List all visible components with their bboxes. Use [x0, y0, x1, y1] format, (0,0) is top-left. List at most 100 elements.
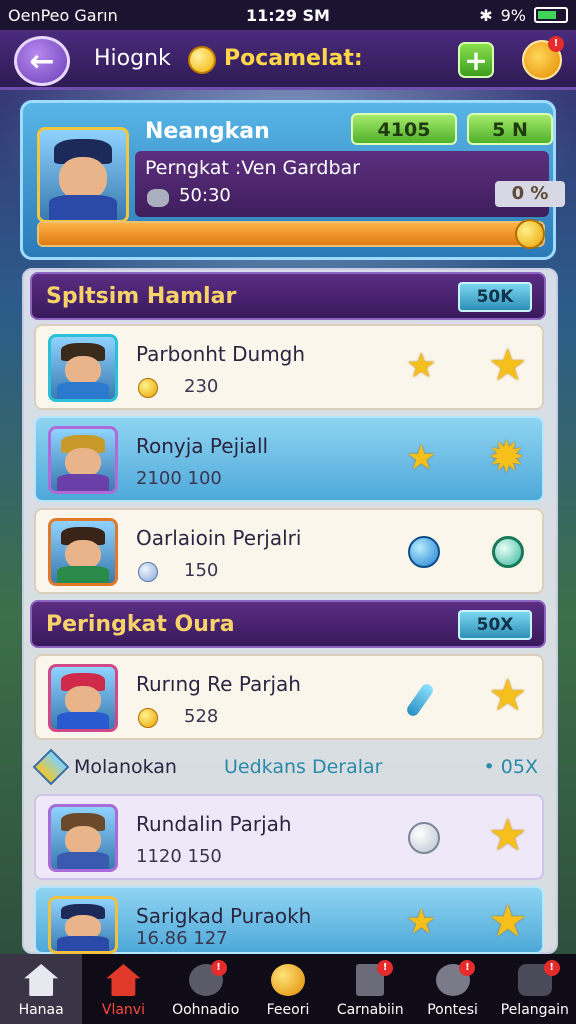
status-bar: OenPeo Garın 11:29 SM ✱ 9%: [0, 0, 576, 30]
player-score: 16.86 127: [136, 928, 228, 949]
section-badge[interactable]: 50K: [458, 282, 532, 312]
list-item[interactable]: Rurıng Re Parjah 528 ★: [34, 654, 544, 740]
face-icon: [58, 157, 108, 201]
player-name: Neangkan: [145, 119, 270, 144]
notification-dot: !: [377, 960, 394, 976]
player-name: Rundalin Parjah: [136, 812, 292, 836]
subheader-link[interactable]: Uedkans Deralar: [224, 756, 382, 778]
back-button[interactable]: ←: [14, 36, 70, 86]
sub-header: Molanokan Uedkans Deralar • 05X: [32, 748, 544, 788]
subheader-label: Molanokan: [74, 756, 177, 778]
face-icon: [65, 355, 101, 386]
rank-panel: Perngkat :Ven Gardbar 50:30 0 %: [135, 151, 565, 217]
shirt-icon: [57, 711, 109, 729]
nav-label: Hanaa: [18, 1002, 64, 1018]
house-red-icon: [106, 964, 141, 996]
player-name: Rurıng Re Parjah: [136, 672, 301, 696]
stat-pill-primary[interactable]: 4105: [351, 113, 457, 145]
face-icon: [65, 447, 101, 478]
list-item[interactable]: Rundalin Parjah 1120 150 ★: [34, 794, 544, 880]
bottom-navigation: Hanaa Vlanvi Oohnadio ! Feeori Carnabiin…: [0, 954, 576, 1024]
section-header-1: Spltsim Hamlar 50K: [30, 272, 546, 320]
shirt-icon: [57, 381, 109, 399]
notification-dot: !: [548, 36, 564, 52]
carrier-label: OenPeo Garın: [8, 5, 118, 25]
green-token-icon[interactable]: [492, 536, 524, 568]
player-name: Ronyja Pejiall: [136, 434, 269, 458]
nav-tab-3[interactable]: Oohnadio !: [165, 954, 247, 1024]
top-bar: ← Hiognk Pocamelat: + !: [0, 30, 576, 90]
shirt-icon: [57, 851, 109, 869]
uniform-icon: [57, 936, 109, 951]
percent-badge: 0 %: [495, 181, 565, 207]
star-icon[interactable]: ★: [488, 896, 527, 947]
nav-home[interactable]: Hanaa: [0, 954, 83, 1024]
coin-icon: [138, 378, 158, 398]
list-item[interactable]: Ronyja Pejiall 2100 100 ★ ✹: [34, 416, 544, 502]
currency-label: Pocamelat:: [224, 46, 363, 71]
xp-progress-fill: [39, 223, 523, 245]
player-score: 528: [184, 706, 219, 727]
player-avatar: [48, 664, 118, 732]
nav-tab-6[interactable]: Pontesi !: [411, 954, 493, 1024]
star-icon: ★: [406, 438, 437, 478]
list-item[interactable]: Oarlaioin Perjalri 150: [34, 508, 544, 594]
notification-dot: !: [210, 960, 227, 976]
coin-icon: [270, 964, 305, 996]
rank-text: Perngkat :Ven Gardbar: [145, 157, 360, 179]
face-icon: [65, 685, 101, 716]
nav-label: Pelangain: [500, 1002, 569, 1018]
player-score: 230: [184, 376, 219, 397]
sun-badge-icon[interactable]: ✹: [488, 432, 525, 483]
silver-orb-icon: [408, 822, 440, 854]
list-item[interactable]: Parbonht Dumgh 230 ★ ★: [34, 324, 544, 410]
nav-tab-5[interactable]: Carnabiin !: [329, 954, 411, 1024]
coin-icon: [138, 708, 158, 728]
blue-orb-icon: [408, 536, 440, 568]
star-icon[interactable]: ★: [488, 340, 527, 391]
nav-tab-4[interactable]: Feeori: [247, 954, 329, 1024]
battery-percent: 9%: [500, 5, 526, 25]
nav-tab-2[interactable]: Vlanvi: [82, 954, 164, 1024]
nav-label: Vlanvi: [101, 1002, 145, 1018]
bluetooth-icon: ✱: [479, 5, 493, 25]
stat-pill-secondary[interactable]: 5 N: [467, 113, 553, 145]
player-avatar: [48, 334, 118, 402]
player-score: 150: [184, 560, 219, 581]
shirt-icon: [57, 473, 109, 491]
nav-label: Feeori: [266, 1002, 310, 1018]
nav-label: Carnabiin: [336, 1002, 404, 1018]
progress-coin-icon: [515, 219, 545, 249]
gem-icon: [147, 189, 169, 207]
star-icon[interactable]: ★: [488, 810, 527, 861]
player-score: 1120 150: [136, 846, 222, 867]
arrow-left-icon: ←: [29, 43, 55, 79]
diamond-icon: [32, 748, 70, 786]
uniform-icon: [48, 194, 118, 220]
nav-label: Oohnadio: [172, 1002, 240, 1018]
section-header-2: Peringkat Oura 50X: [30, 600, 546, 648]
player-score: 50:30: [179, 185, 231, 206]
player-name: Oarlaioin Perjalri: [136, 526, 302, 550]
whistle-icon: [404, 681, 436, 719]
face-icon: [65, 825, 101, 856]
player-avatar[interactable]: [37, 127, 129, 223]
list-item[interactable]: Sarigkad Puraokh 16.86 127 ★ ★: [34, 886, 544, 954]
star-icon: ★: [406, 902, 437, 942]
section-badge[interactable]: 50X: [458, 610, 532, 640]
status-icons: ✱ 9%: [479, 6, 568, 25]
subheader-badge: • 05X: [483, 756, 538, 778]
player-card: Neangkan 4105 5 N Perngkat :Ven Gardbar …: [20, 100, 565, 260]
add-currency-button[interactable]: +: [458, 42, 494, 78]
gem-icon: [138, 562, 158, 582]
nav-tab-7[interactable]: Pelangain !: [494, 954, 576, 1024]
player-avatar: [48, 426, 118, 494]
shirt-icon: [57, 565, 109, 583]
star-icon[interactable]: ★: [488, 670, 527, 721]
page-title: Hiognk: [94, 46, 171, 71]
player-name: Sarigkad Puraokh: [136, 904, 312, 928]
xp-progress-bar: [37, 221, 545, 247]
coin-icon: [188, 46, 216, 74]
player-avatar: [48, 518, 118, 586]
player-name: Parbonht Dumgh: [136, 342, 306, 366]
